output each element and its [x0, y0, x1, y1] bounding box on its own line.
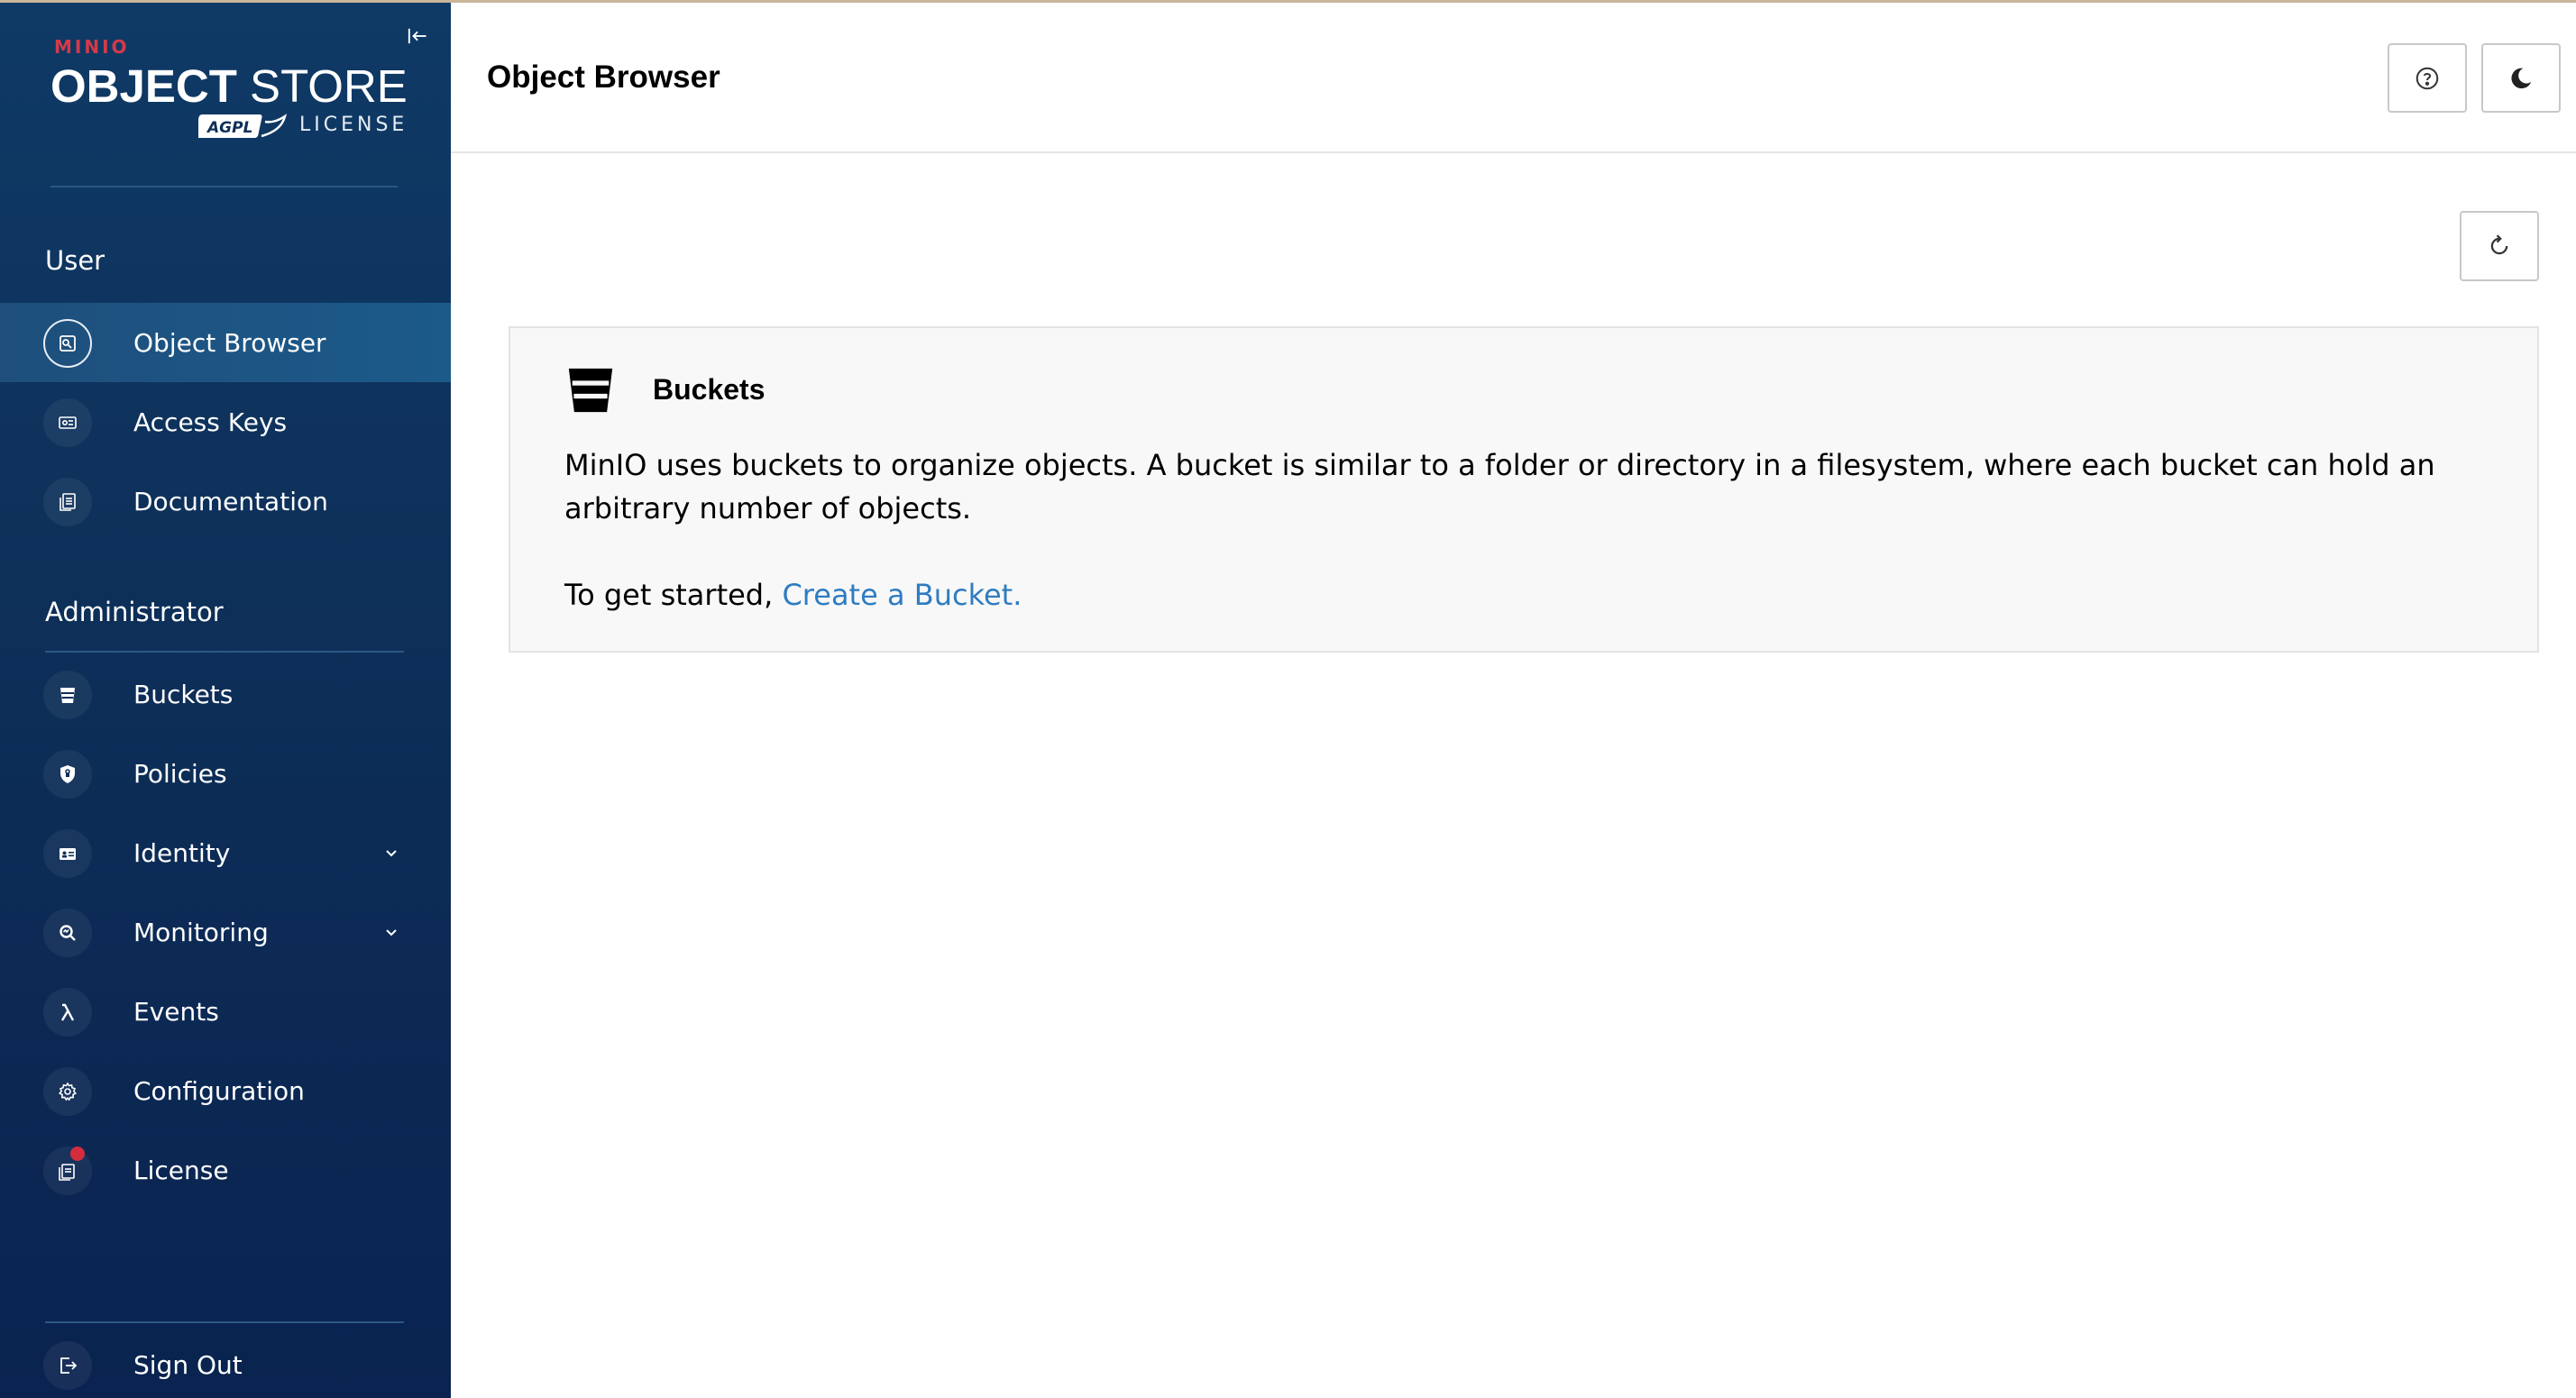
object-browser-icon	[43, 319, 92, 368]
page-header: Object Browser	[451, 0, 2576, 153]
section-label-administrator: Administrator	[45, 597, 224, 627]
sidebar-item-documentation[interactable]: Documentation	[0, 461, 451, 541]
help-button[interactable]	[2388, 43, 2467, 113]
get-started-prefix: To get started,	[564, 578, 783, 612]
sign-out-button[interactable]: Sign Out	[0, 1325, 451, 1398]
sidebar-item-access-keys[interactable]: Access Keys	[0, 382, 451, 461]
sidebar-item-label: Object Browser	[133, 327, 326, 358]
agpl-badge-text: AGPL	[206, 119, 252, 137]
sidebar-item-label: Documentation	[133, 486, 328, 516]
logo-license-text: LICENSE	[299, 114, 408, 136]
notification-badge	[70, 1147, 85, 1161]
bucket-icon	[43, 671, 92, 719]
sidebar: MINIO OBJECT STORE AGPL LICENSE User Obj…	[0, 0, 451, 1398]
logo-title-bold: OBJECT	[50, 60, 237, 112]
help-icon	[2416, 67, 2439, 89]
section-divider	[45, 651, 404, 653]
identity-icon	[43, 829, 92, 878]
sidebar-item-license[interactable]: License	[0, 1130, 451, 1210]
monitoring-icon	[43, 909, 92, 957]
logo-title: OBJECT STORE	[50, 59, 408, 113]
sidebar-item-object-browser[interactable]: Object Browser	[0, 303, 451, 382]
sidebar-item-label: Policies	[133, 758, 227, 789]
sidebar-item-label: Buckets	[133, 679, 234, 709]
bucket-icon	[568, 368, 613, 413]
get-started-text: To get started, Create a Bucket.	[564, 573, 1022, 617]
sidebar-item-configuration[interactable]: Configuration	[0, 1051, 451, 1130]
chevron-down-icon[interactable]	[380, 921, 402, 943]
buckets-info-panel: Buckets MinIO uses buckets to organize o…	[509, 326, 2539, 653]
documentation-icon	[43, 478, 92, 526]
info-description: MinIO uses buckets to organize objects. …	[564, 448, 2435, 525]
sidebar-item-label: License	[133, 1155, 229, 1185]
refresh-icon	[2490, 234, 2508, 255]
minio-logo: MINIO OBJECT STORE AGPL LICENSE	[50, 32, 411, 150]
logo-brand: MINIO	[54, 36, 130, 58]
dark-mode-toggle[interactable]	[2481, 43, 2561, 113]
lambda-icon	[43, 988, 92, 1037]
gear-icon	[43, 1067, 92, 1116]
sidebar-item-label: Monitoring	[133, 917, 269, 947]
refresh-button[interactable]	[2460, 211, 2539, 281]
sidebar-item-policies[interactable]: Policies	[0, 734, 451, 813]
logo-title-light: STORE	[250, 60, 408, 112]
sidebar-item-label: Events	[133, 996, 219, 1027]
shield-icon	[43, 750, 92, 799]
access-keys-icon	[43, 398, 92, 447]
agpl-logo-icon: AGPL	[198, 114, 287, 138]
info-title: Buckets	[653, 373, 765, 406]
page-title: Object Browser	[487, 59, 720, 95]
section-label-user: User	[45, 245, 105, 276]
sidebar-item-monitoring[interactable]: Monitoring	[0, 892, 451, 972]
sidebar-item-events[interactable]: Events	[0, 972, 451, 1051]
dark-mode-icon	[2511, 68, 2532, 88]
sign-out-icon	[43, 1341, 92, 1390]
sidebar-item-identity[interactable]: Identity	[0, 813, 451, 892]
chevron-down-icon[interactable]	[380, 842, 402, 863]
sign-out-label: Sign Out	[133, 1349, 243, 1380]
sidebar-item-label: Identity	[133, 837, 231, 868]
logo-divider	[50, 186, 398, 187]
sidebar-item-label: Configuration	[133, 1075, 305, 1106]
sidebar-item-buckets[interactable]: Buckets	[0, 654, 451, 734]
sign-out-divider	[45, 1321, 404, 1323]
create-bucket-link[interactable]: Create a Bucket.	[782, 578, 1022, 612]
sidebar-item-label: Access Keys	[133, 407, 288, 437]
window-top-border	[0, 0, 2576, 3]
